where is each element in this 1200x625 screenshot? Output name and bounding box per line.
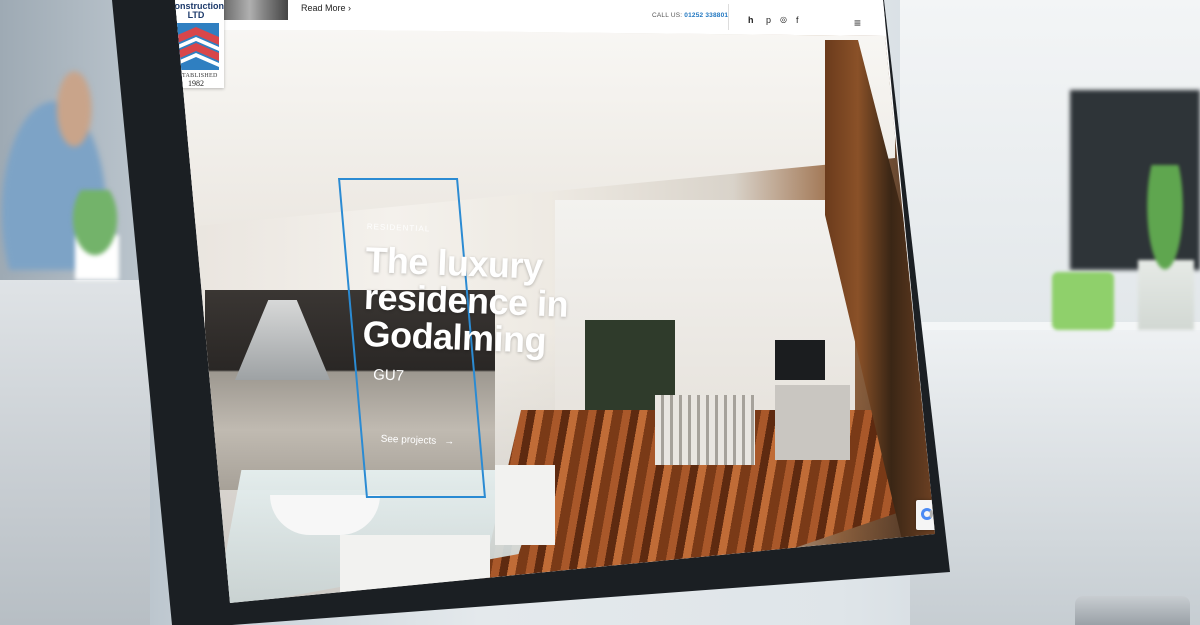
arrow-right-icon: → — [444, 436, 455, 448]
hero-chair — [495, 465, 555, 545]
news-thumbnail[interactable] — [224, 0, 288, 20]
header-divider — [728, 4, 729, 30]
site-header: Read More › CALL US: 01252 338801 h p ◎ … — [175, 0, 885, 30]
call-us[interactable]: CALL US: 01252 338801 — [652, 12, 728, 19]
read-more-link[interactable]: Read More › — [301, 3, 351, 13]
pinterest-icon[interactable]: p — [766, 15, 771, 25]
phone-number: 01252 338801 — [684, 12, 729, 19]
hero-text-block: RESIDENTIAL The luxury residence in Goda… — [358, 222, 626, 454]
hero-ceiling — [175, 28, 895, 228]
website-screen: RESIDENTIAL The luxury residence in Goda… — [175, 0, 935, 603]
call-label: CALL US: — [652, 12, 683, 19]
instagram-icon[interactable]: ◎ — [780, 15, 787, 24]
background-desk-right — [910, 330, 1200, 625]
facebook-icon[interactable]: f — [796, 15, 799, 25]
hamburger-menu-icon[interactable]: ≡ — [854, 16, 861, 30]
logo-year: 1982 — [188, 79, 204, 88]
hero-sofa — [775, 385, 850, 460]
recaptcha-icon — [921, 508, 933, 520]
background-plant-left — [55, 190, 135, 285]
hero-location-code: GU7 — [372, 366, 405, 385]
hero-title: The luxury residence in Godalming — [361, 238, 569, 361]
background-desk-left — [0, 280, 150, 625]
see-projects-label: See projects — [380, 433, 437, 447]
background-plant-right — [1130, 165, 1200, 330]
background-cup — [1052, 272, 1114, 330]
logo-name-line2: LTD — [187, 10, 205, 20]
monitor-stand-base — [1075, 596, 1190, 625]
hero-armchair — [655, 395, 755, 465]
hero-tv — [775, 340, 825, 380]
houzz-icon[interactable]: h — [748, 15, 754, 25]
